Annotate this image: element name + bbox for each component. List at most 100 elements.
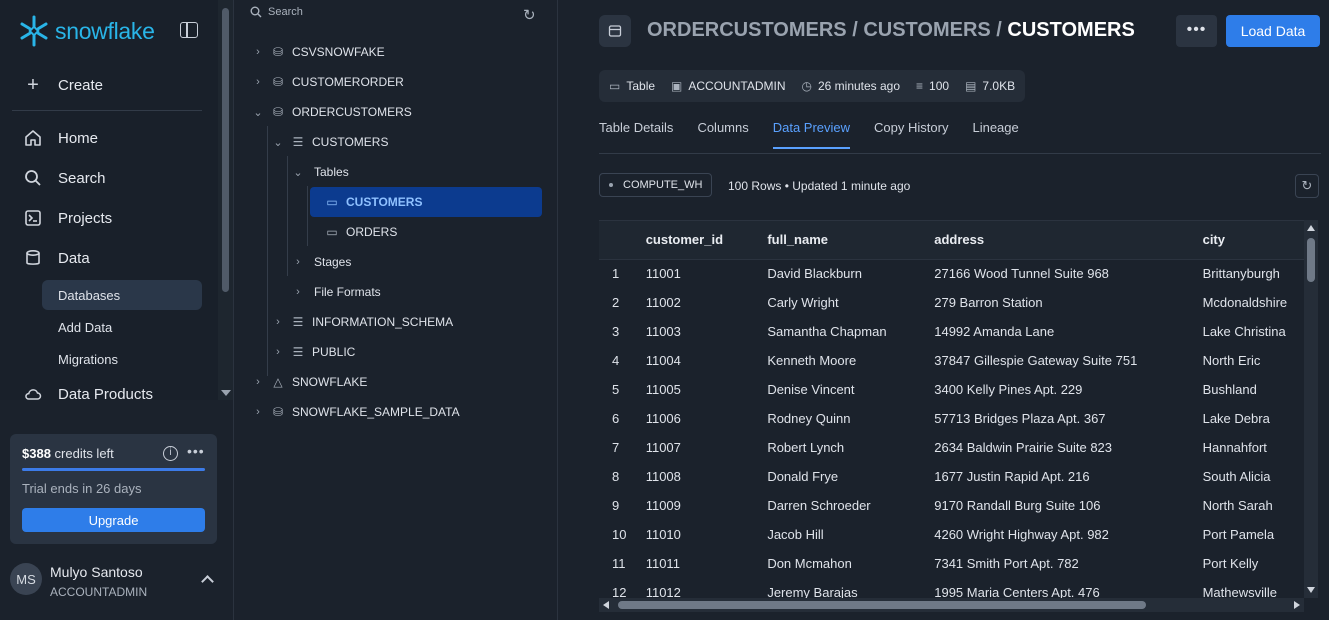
table-cell[interactable]: Brittanyburgh [1195,259,1310,288]
scroll-thumb[interactable] [1307,238,1315,282]
tree-item-snowflake[interactable]: › △ SNOWFLAKE [250,369,367,395]
tree-item-information-schema[interactable]: › ☰ INFORMATION_SCHEMA [270,309,453,335]
row-number-header[interactable] [599,221,638,260]
scroll-right-icon[interactable] [1294,601,1300,609]
refresh-icon[interactable]: ↻ [523,6,536,24]
tree-item-schema-customers[interactable]: ⌄ ☰ CUSTOMERS [270,129,388,155]
tab-data-preview[interactable]: Data Preview [772,120,851,149]
grid-horizontal-scrollbar[interactable] [599,598,1304,612]
table-cell[interactable]: Samantha Chapman [759,317,926,346]
table-row[interactable]: 7 11007 Robert Lynch 2634 Baldwin Prairie S… [599,433,1310,462]
more-icon[interactable]: ••• [187,443,205,459]
chevron-right-icon[interactable]: › [270,316,286,328]
table-cell[interactable]: 11008 [638,462,760,491]
row-number[interactable]: 2 [599,288,638,317]
table-cell[interactable]: 11004 [638,346,760,375]
snowflake-logo[interactable]: snowflake [17,14,155,48]
nav-item-search[interactable]: Search [24,169,106,187]
column-header-city[interactable]: city [1194,221,1310,260]
chevron-down-icon[interactable]: ⌄ [250,106,266,119]
table-cell[interactable]: 2634 Baldwin Prairie Suite 823 [926,433,1194,462]
table-row[interactable]: 8 11008 Donald Frye 1677 Justin Rapid Apt. … [599,462,1310,491]
scroll-up-icon[interactable] [1307,225,1315,231]
table-cell[interactable]: 27166 Wood Tunnel Suite 968 [926,259,1194,288]
tab-table-details[interactable]: Table Details [599,120,673,149]
nav-item-projects[interactable]: Projects [24,209,112,227]
table-cell[interactable]: 1677 Justin Rapid Apt. 216 [926,462,1194,491]
table-cell[interactable]: Port Pamela [1195,520,1310,549]
table-row[interactable]: 1 11001 David Blackburn 27166 Wood Tunnel S… [599,259,1310,288]
warehouse-selector[interactable]: COMPUTE_WH [599,173,713,197]
table-cell[interactable]: North Eric [1195,346,1310,375]
table-cell[interactable]: Bushland [1195,375,1310,404]
scroll-thumb[interactable] [618,601,1146,609]
table-row[interactable]: 5 11005 Denise Vincent 3400 Kelly Pines Apt… [599,375,1310,404]
table-cell[interactable]: 11005 [638,375,760,404]
sidebar-toggle-icon[interactable] [180,22,198,38]
table-cell[interactable]: 279 Barron Station [926,288,1194,317]
table-row[interactable]: 2 11002 Carly Wright 279 Barron Station Mcdo… [599,288,1310,317]
chevron-down-icon[interactable]: ⌄ [290,166,306,179]
nav-scrollbar[interactable] [218,0,233,400]
row-number[interactable]: 6 [599,404,638,433]
tree-item-public[interactable]: › ☰ PUBLIC [270,339,355,365]
tree-item-table-customers[interactable]: ▭ CUSTOMERS [310,187,542,217]
table-cell[interactable]: 7341 Smith Port Apt. 782 [926,549,1194,578]
nav-scroll-thumb[interactable] [222,8,229,292]
table-cell[interactable]: 11002 [638,288,760,317]
row-number[interactable]: 9 [599,491,638,520]
row-number[interactable]: 5 [599,375,638,404]
table-row[interactable]: 6 11006 Rodney Quinn 57713 Bridges Plaza Ap… [599,404,1310,433]
crumb-database[interactable]: ORDERCUSTOMERS [647,19,847,41]
chevron-right-icon[interactable]: › [250,376,266,388]
table-row[interactable]: 12 11012 Jeremy Barajas 1995 Maria Centers … [599,578,1310,598]
chevron-down-icon[interactable]: ⌄ [270,136,286,149]
nav-item-data[interactable]: Data [24,249,90,267]
tree-item-tables[interactable]: ⌄ Tables [290,159,348,185]
table-cell[interactable]: 37847 Gillespie Gateway Suite 751 [926,346,1194,375]
table-cell[interactable]: 11001 [638,259,760,288]
upgrade-button[interactable]: Upgrade [22,508,205,532]
table-cell[interactable]: 4260 Wright Highway Apt. 982 [926,520,1194,549]
table-cell[interactable]: 11012 [638,578,760,598]
table-row[interactable]: 3 11003 Samantha Chapman 14992 Amanda Lane L… [599,317,1310,346]
table-cell[interactable]: Robert Lynch [759,433,926,462]
column-header-full-name[interactable]: full_name [759,221,927,260]
column-header-customer-id[interactable]: customer_id [637,221,760,260]
nav-scroll-down-icon[interactable] [221,390,231,396]
tree-item-customerorder[interactable]: › ⛁ CUSTOMERORDER [250,69,404,95]
nav-item-home[interactable]: Home [24,129,98,147]
table-cell[interactable]: Lake Debra [1195,404,1310,433]
tab-lineage[interactable]: Lineage [972,120,1018,149]
tree-item-csvsnowfake[interactable]: › ⛁ CSVSNOWFAKE [250,39,385,65]
table-cell[interactable]: 11011 [638,549,760,578]
row-number[interactable]: 12 [599,578,638,598]
table-cell[interactable]: Don Mcmahon [759,549,926,578]
row-number[interactable]: 10 [599,520,638,549]
create-button[interactable]: + Create [24,74,103,96]
row-number[interactable]: 3 [599,317,638,346]
row-number[interactable]: 1 [599,259,638,288]
table-cell[interactable]: Hannahfort [1195,433,1310,462]
crumb-schema[interactable]: CUSTOMERS [863,19,990,41]
table-row[interactable]: 10 11010 Jacob Hill 4260 Wright Highway Apt… [599,520,1310,549]
refresh-icon[interactable]: ↻ [1295,174,1319,198]
chevron-right-icon[interactable]: › [270,346,286,358]
table-cell[interactable]: Jacob Hill [759,520,926,549]
tab-copy-history[interactable]: Copy History [874,120,948,149]
chevron-right-icon[interactable]: › [250,76,266,88]
tab-columns[interactable]: Columns [697,120,748,149]
table-cell[interactable]: 11006 [638,404,760,433]
row-number[interactable]: 4 [599,346,638,375]
row-number[interactable]: 8 [599,462,638,491]
table-cell[interactable]: 1995 Maria Centers Apt. 476 [926,578,1194,598]
tree-item-ordercustomers[interactable]: ⌄ ⛁ ORDERCUSTOMERS [250,99,411,125]
chevron-right-icon[interactable]: › [290,256,306,268]
table-cell[interactable]: 11003 [638,317,760,346]
row-number[interactable]: 11 [599,549,638,578]
table-cell[interactable]: Donald Frye [759,462,926,491]
table-cell[interactable]: Rodney Quinn [759,404,926,433]
grid-vertical-scrollbar[interactable] [1304,220,1318,598]
table-cell[interactable]: Mcdonaldshire [1195,288,1310,317]
table-cell[interactable]: 11007 [638,433,760,462]
